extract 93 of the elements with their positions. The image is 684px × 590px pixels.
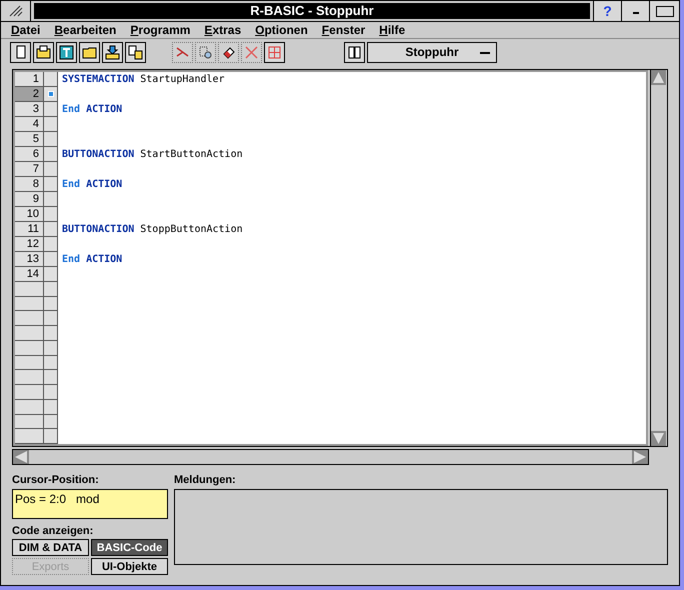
gutter-cell [44, 147, 58, 162]
gutter-cell [15, 282, 44, 297]
gutter-cell [15, 400, 44, 415]
gutter-cell [44, 340, 58, 356]
gutter-cell [44, 237, 58, 252]
messages-label: Meldungen: [174, 473, 237, 487]
scroll-up-icon[interactable] [651, 70, 666, 85]
menu-item[interactable]: Optionen [255, 21, 308, 39]
line-number: 4 [15, 117, 44, 132]
gutter-cell [44, 296, 58, 312]
module-dropdown[interactable]: Stoppuhr [367, 42, 497, 62]
gutter-cell [15, 414, 44, 430]
line-number: 8 [15, 177, 44, 192]
gutter-cell [15, 385, 44, 400]
gutter-cell [44, 207, 58, 222]
menu-item[interactable]: Programm [130, 21, 190, 39]
dropdown-icon [480, 50, 490, 54]
line-number: 14 [15, 267, 44, 282]
document-icon[interactable] [125, 42, 146, 62]
gutter-cell [44, 326, 58, 341]
line-number: 10 [15, 207, 44, 222]
gutter-cell [44, 429, 58, 444]
code-line: End ACTION [62, 253, 122, 267]
diagonal-lines-icon [8, 5, 22, 17]
gutter-cell [44, 311, 58, 326]
line-number: 7 [15, 162, 44, 177]
save-icon[interactable] [102, 42, 123, 62]
new-file-icon[interactable] [10, 42, 31, 62]
code-view-button[interactable]: DIM & DATA [12, 539, 89, 556]
grid-icon[interactable] [264, 42, 285, 62]
menu-item[interactable]: Datei [11, 21, 40, 39]
gutter-cell [15, 326, 44, 341]
minimize-button[interactable] [621, 1, 649, 21]
gutter-cell [15, 296, 44, 312]
scroll-right-icon[interactable] [632, 450, 648, 464]
gutter-cell [15, 340, 44, 356]
line-number: 5 [15, 132, 44, 147]
gutter-cell [44, 162, 58, 177]
cursor-position-label: Cursor-Position: [12, 473, 100, 487]
maximize-icon [656, 6, 674, 16]
gutter-cell [44, 282, 58, 297]
line-number: 2 [15, 87, 44, 102]
cursor-position-field: Pos = 2:0 mod [12, 489, 168, 519]
menu-item[interactable]: Fenster [322, 21, 366, 39]
line-number: 1 [15, 72, 44, 87]
menu-item[interactable]: Extras [204, 21, 242, 39]
code-view-button[interactable]: BASIC-Code [91, 539, 168, 556]
window-title: R-BASIC - Stoppuhr [250, 2, 374, 20]
code-view-label: Code anzeigen: [12, 524, 94, 538]
gutter-cell [15, 429, 44, 444]
gutter-cell [44, 267, 58, 282]
code-line: End ACTION [62, 103, 122, 117]
gutter-cell [44, 132, 58, 147]
line-number: 13 [15, 252, 44, 267]
cursor-marker-icon [48, 91, 54, 97]
line-number: 9 [15, 192, 44, 207]
window-menu-button[interactable] [1, 1, 31, 21]
line-number: 6 [15, 147, 44, 162]
minimize-icon [632, 11, 638, 15]
gutter-cell [44, 414, 58, 430]
vertical-scrollbar[interactable] [650, 70, 667, 446]
help-button[interactable]: ? [593, 1, 621, 21]
text-icon[interactable] [56, 42, 77, 62]
line-number: 11 [15, 222, 44, 237]
menu-item[interactable]: Bearbeiten [54, 21, 116, 39]
gutter-cell [44, 356, 58, 370]
gutter-cell [15, 356, 44, 370]
folder-icon[interactable] [79, 42, 100, 62]
gutter-cell [15, 311, 44, 326]
gutter-cell [44, 222, 58, 237]
code-line: SYSTEMACTION StartupHandler [62, 73, 225, 87]
gutter-cell [44, 192, 58, 207]
open-file-icon[interactable] [33, 42, 54, 62]
menu-item[interactable]: Hilfe [379, 21, 406, 39]
gutter-cell [44, 117, 58, 132]
split-view-icon[interactable] [344, 42, 365, 62]
maximize-button[interactable] [649, 1, 679, 21]
code-view-button[interactable]: UI-Objekte [91, 558, 168, 575]
horizontal-scrollbar[interactable] [12, 449, 649, 465]
gutter-cell [15, 370, 44, 386]
scroll-down-icon[interactable] [651, 431, 666, 446]
code-line: BUTTONACTION StoppButtonAction [62, 223, 243, 237]
gutter-cell [44, 252, 58, 267]
line-number: 3 [15, 102, 44, 117]
line-number: 12 [15, 237, 44, 252]
code-line: End ACTION [62, 178, 122, 192]
scroll-left-icon[interactable] [13, 450, 29, 464]
gutter-cell [44, 370, 58, 386]
code-line: BUTTONACTION StartButtonAction [62, 148, 243, 162]
eraser-icon[interactable] [218, 42, 239, 62]
gutter-cell [44, 400, 58, 415]
gutter-cell [44, 177, 58, 192]
gutter-cell [44, 385, 58, 400]
